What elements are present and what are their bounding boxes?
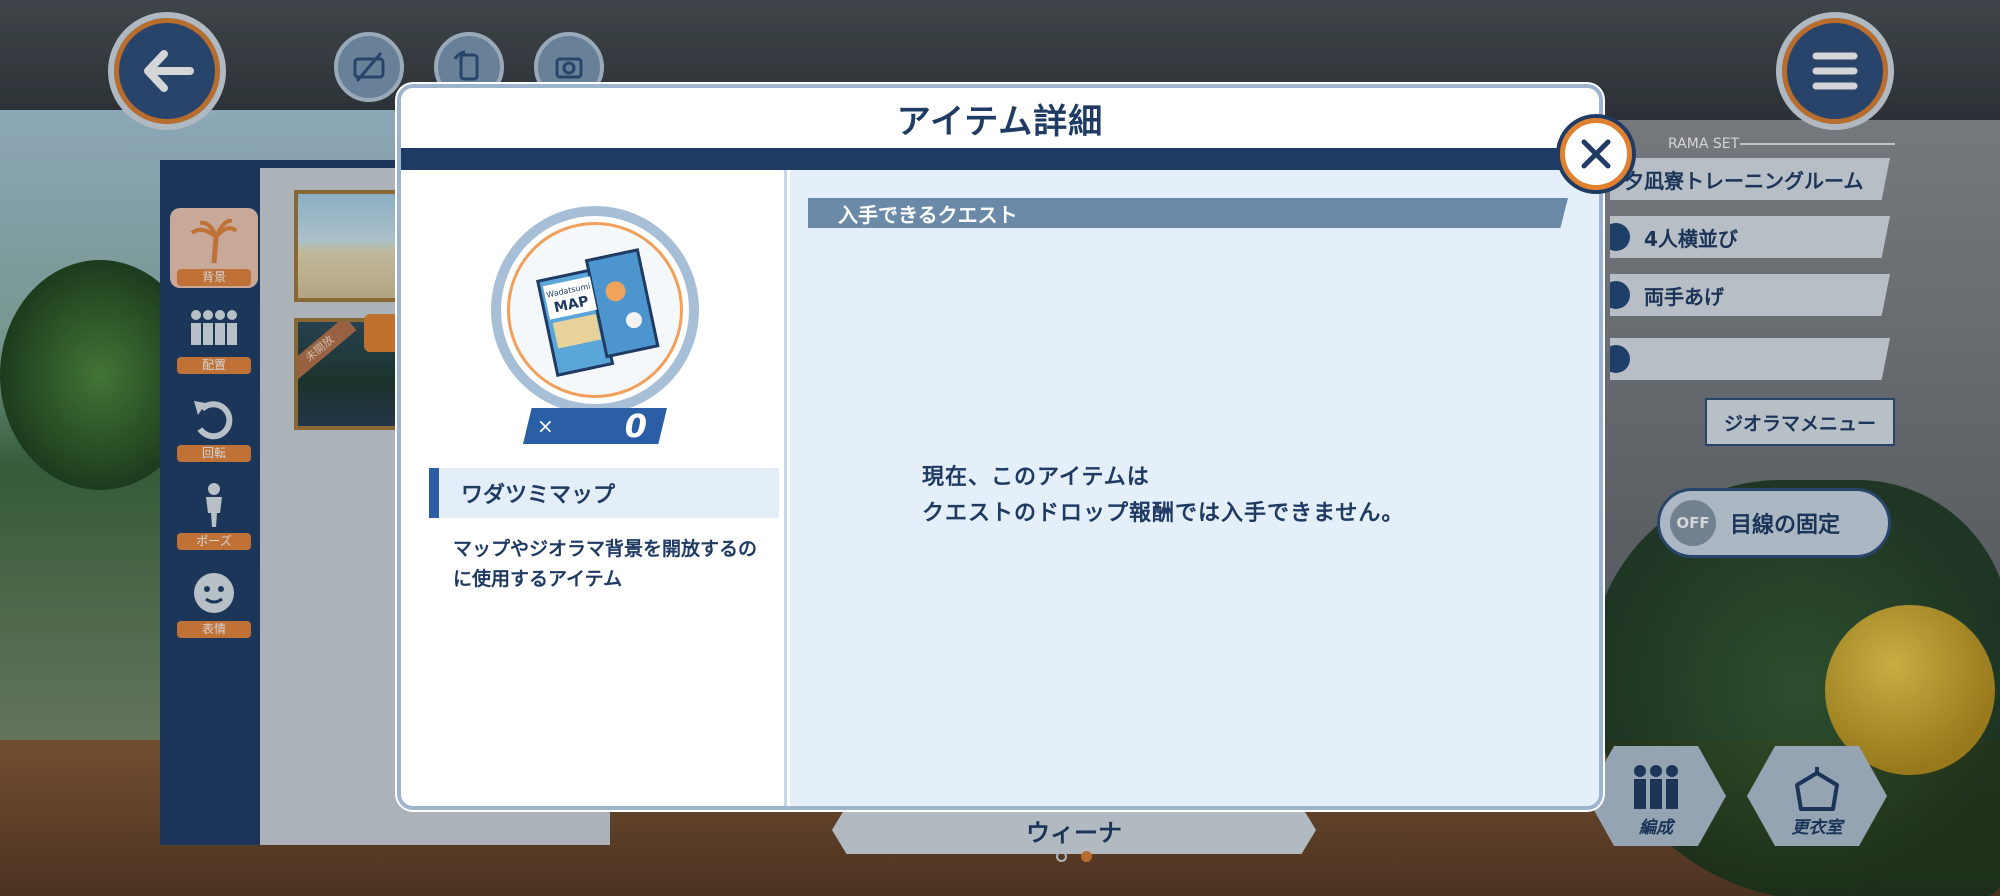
- no-quest-line-1: 現在、このアイテムは: [922, 465, 1150, 490]
- close-x-icon: [1581, 139, 1611, 169]
- item-quantity-badge: × 0: [523, 408, 667, 444]
- quest-source-panel: 入手できるクエスト 現在、このアイテムは クエストのドロップ報酬では入手できませ…: [790, 170, 1599, 806]
- no-quest-line-2: クエストのドロップ報酬では入手できません。: [922, 501, 1405, 526]
- item-icon-circle: Wadatsumi MAP: [507, 222, 683, 398]
- item-info-panel: Wadatsumi MAP × 0 ワダツミマップ マップやジオラマ背景を開放す…: [401, 170, 787, 806]
- quantity-value: 0: [624, 407, 647, 445]
- item-description: マップやジオラマ背景を開放するのに使用するアイテム: [453, 538, 758, 590]
- no-quest-message: 現在、このアイテムは クエストのドロップ報酬では入手できません。: [922, 460, 1404, 532]
- dialog-header-band: [401, 148, 1599, 170]
- item-detail-dialog: アイテム詳細 Wadatsumi MAP × 0 ワダツミマップ マップやジオラ…: [397, 84, 1603, 810]
- dialog-header: アイテム詳細: [401, 88, 1599, 148]
- quantity-prefix: ×: [537, 414, 554, 438]
- item-icon-frame: Wadatsumi MAP: [491, 206, 699, 414]
- wadatsumi-map-icon: Wadatsumi MAP: [535, 248, 660, 377]
- item-name-bar: ワダツミマップ: [429, 468, 779, 518]
- dialog-title: アイテム詳細: [896, 101, 1104, 142]
- close-button[interactable]: [1560, 118, 1632, 190]
- quest-section-header: 入手できるクエスト: [808, 198, 1568, 228]
- quest-section-title: 入手できるクエスト: [838, 202, 1018, 227]
- item-name: ワダツミマップ: [461, 483, 616, 508]
